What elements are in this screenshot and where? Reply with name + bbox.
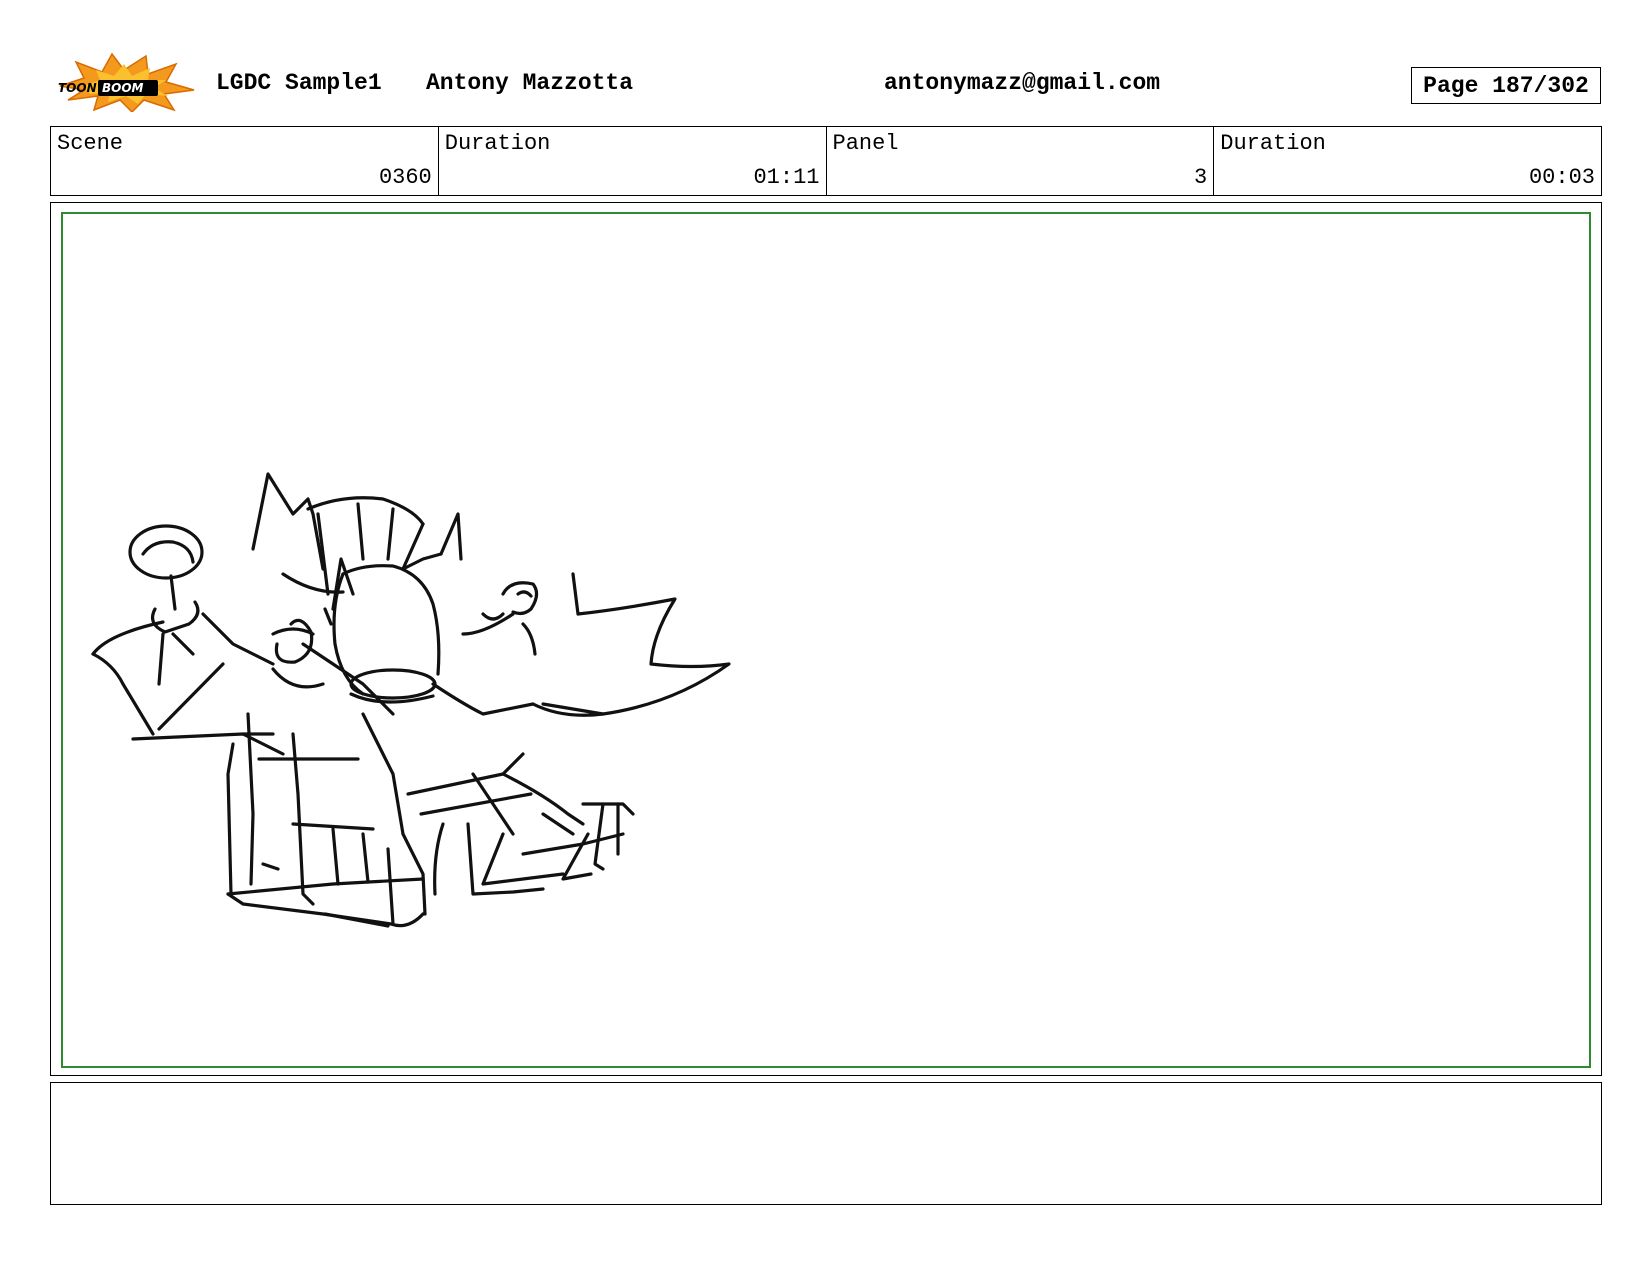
- toonboom-logo: TOON BOOM: [54, 52, 198, 114]
- page-number: Page 187/302: [1411, 67, 1601, 104]
- svg-text:TOON: TOON: [58, 81, 97, 95]
- project-title: LGDC Sample1: [216, 70, 382, 96]
- scene-duration-cell: Duration 01:11: [439, 127, 827, 195]
- panel-drawing-area: [61, 212, 1591, 1068]
- panel-value: 3: [1194, 165, 1208, 190]
- panel-duration-label: Duration: [1220, 131, 1326, 156]
- scene-label: Scene: [57, 131, 124, 156]
- scene-value: 0360: [378, 165, 432, 190]
- storyboard-sketch: [91, 472, 731, 928]
- panel-frame: [50, 202, 1602, 1076]
- author-email: antonymazz@gmail.com: [884, 70, 1161, 96]
- svg-text:BOOM: BOOM: [102, 81, 144, 95]
- scene-cell: Scene 0360: [51, 127, 439, 195]
- author-name: Antony Mazzotta: [426, 70, 634, 96]
- panel-cell: Panel 3: [827, 127, 1215, 195]
- logo-burst-icon: TOON BOOM: [58, 52, 195, 114]
- scene-duration-label: Duration: [444, 131, 551, 156]
- scene-duration-value: 01:11: [753, 165, 820, 190]
- panel-label: Panel: [832, 131, 899, 156]
- panel-notes-box: [50, 1082, 1602, 1205]
- panel-duration-cell: Duration 00:03: [1214, 127, 1601, 195]
- panel-duration-value: 00:03: [1528, 165, 1595, 190]
- scene-info-table: Scene 0360 Duration 01:11 Panel 3 Durati…: [50, 126, 1602, 196]
